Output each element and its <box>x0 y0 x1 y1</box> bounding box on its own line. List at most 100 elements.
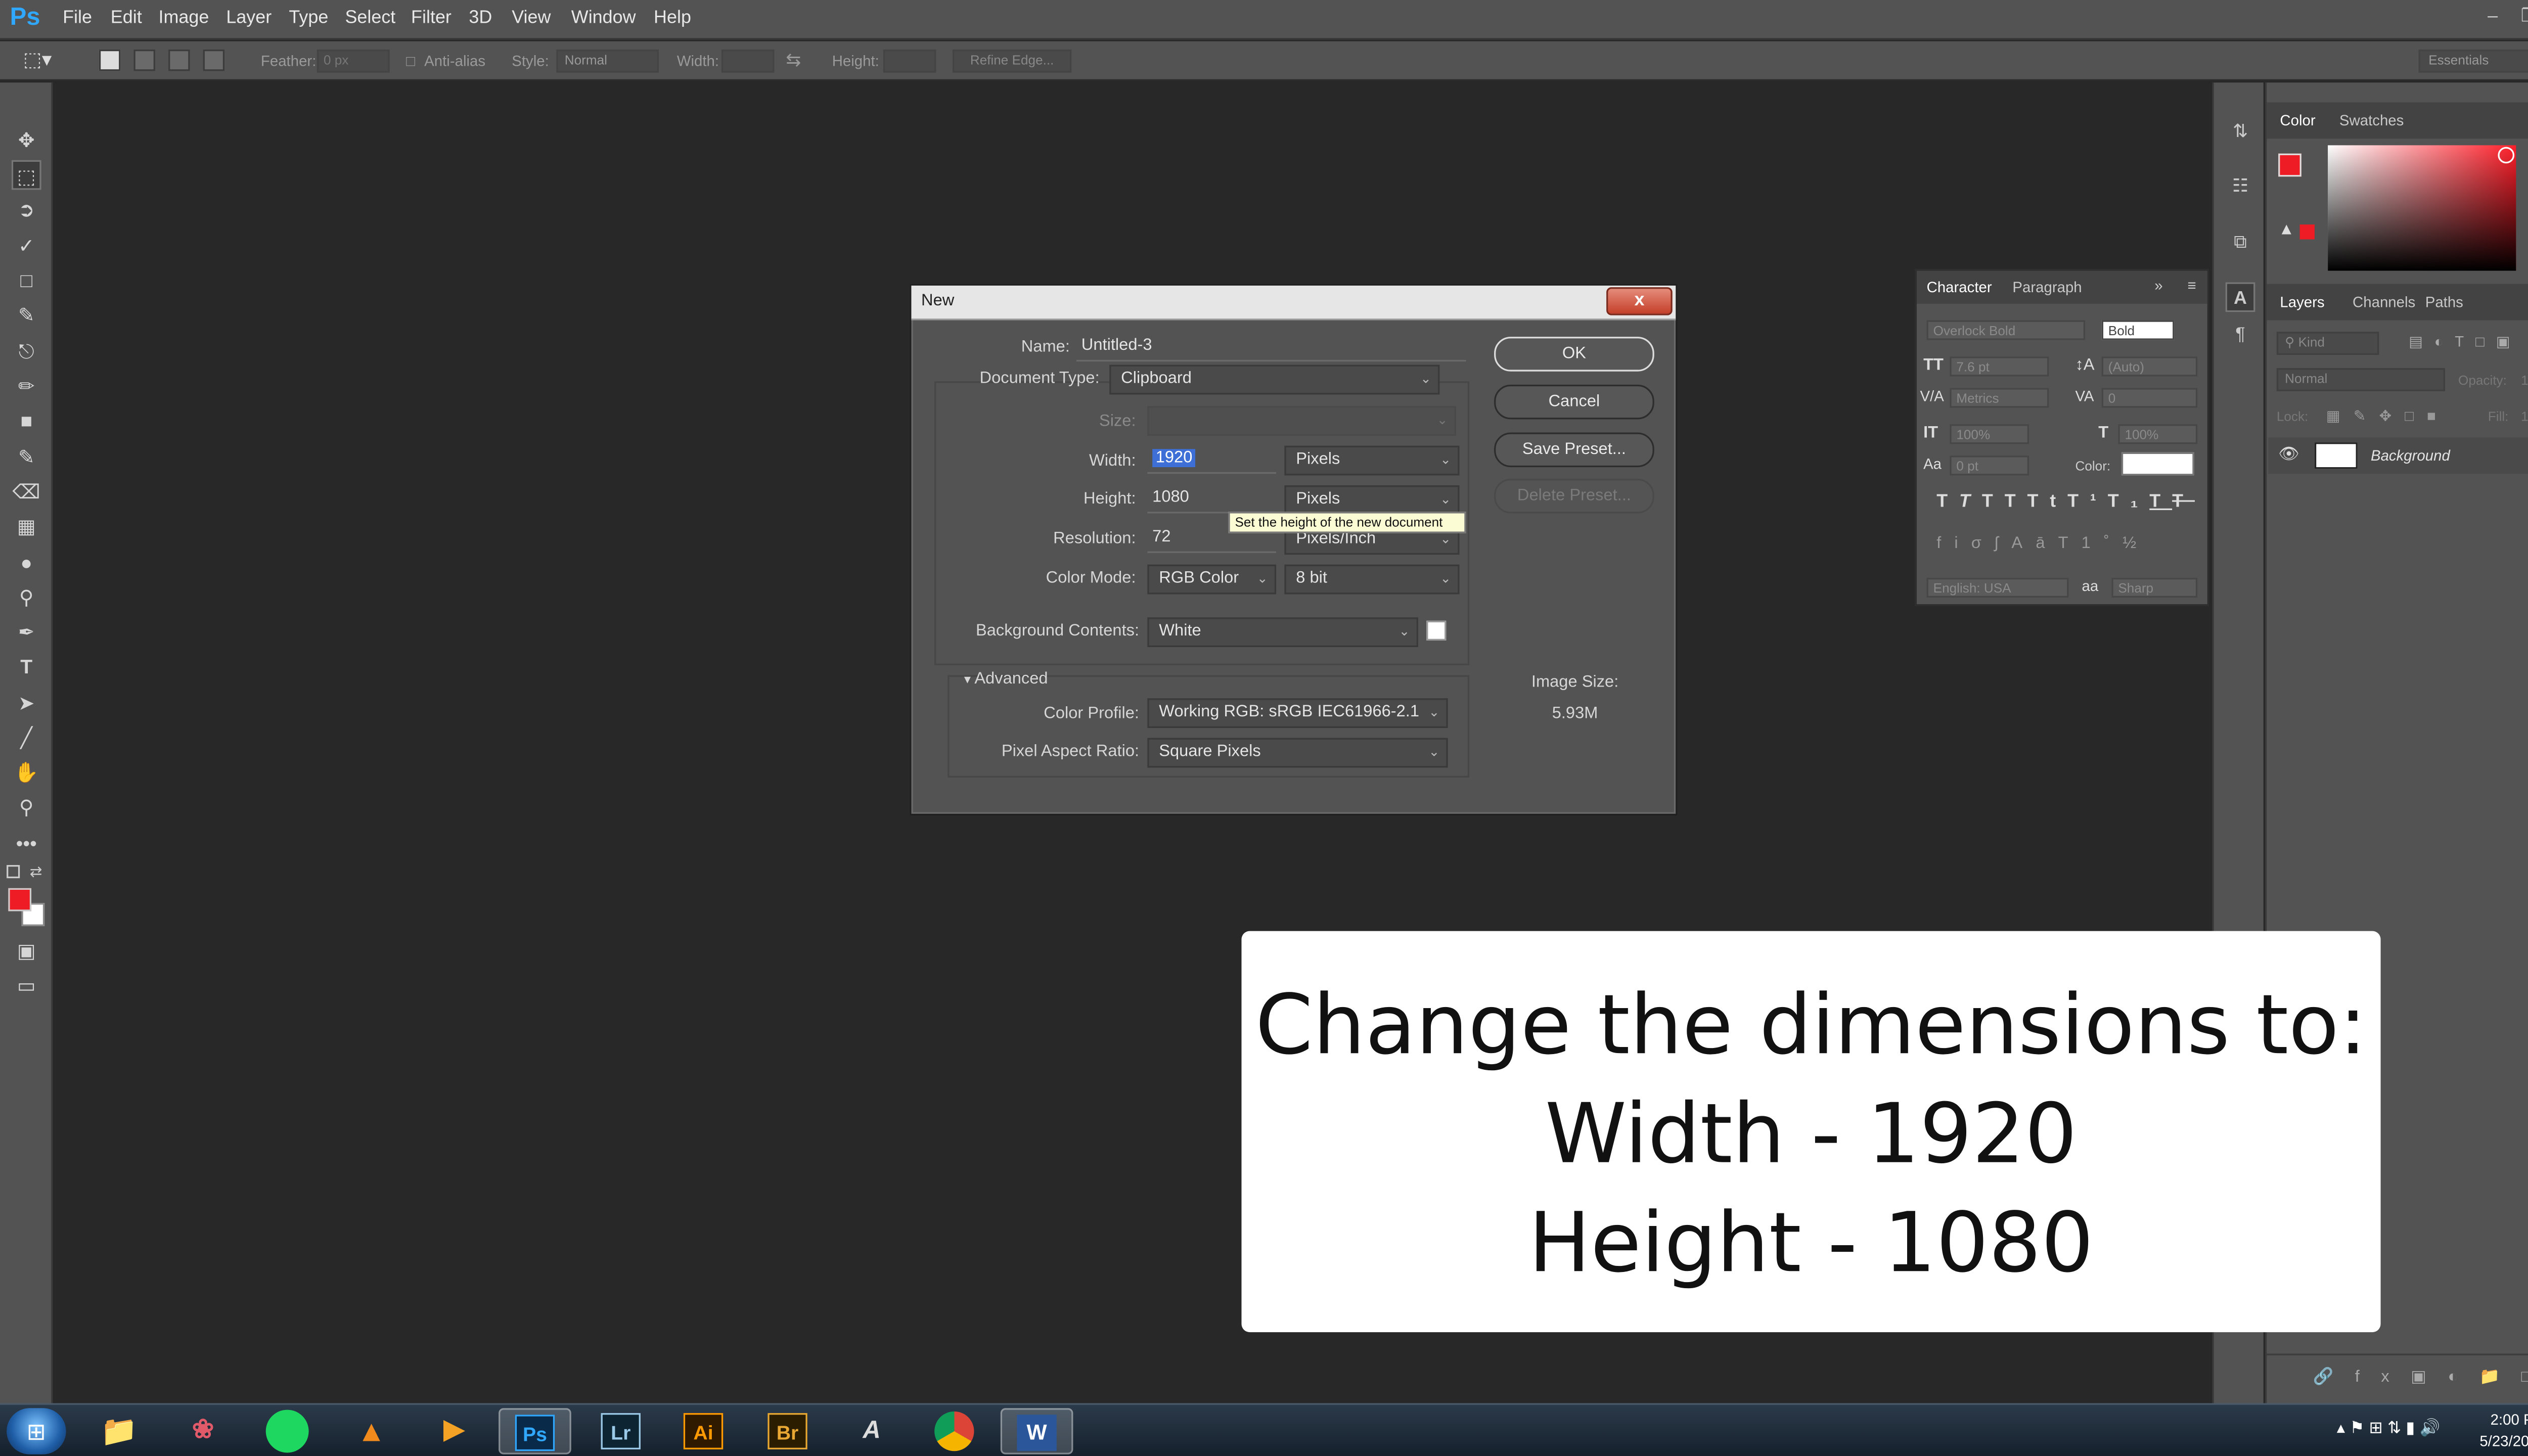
menu-3d[interactable]: 3D <box>469 8 492 28</box>
tab-layers[interactable]: Layers <box>2280 294 2324 310</box>
history-panel-icon[interactable]: ⇅ <box>2226 117 2255 147</box>
media-player-icon[interactable]: ▶ <box>418 1408 490 1454</box>
new-selection-icon[interactable] <box>99 49 121 71</box>
save-preset-button[interactable]: Save Preset... <box>1494 432 1654 468</box>
height-input[interactable] <box>883 49 936 73</box>
fill-value[interactable]: 100% <box>2521 410 2528 424</box>
style-select[interactable]: Normal <box>556 49 659 73</box>
rectangular-marquee-icon[interactable]: ⬚ <box>11 160 41 190</box>
path-selection-icon[interactable]: ➤ <box>12 689 41 718</box>
tracking-select[interactable]: 0 <box>2101 388 2198 408</box>
taskbar-lightroom[interactable]: Lr <box>584 1408 657 1454</box>
background-color-swatch[interactable] <box>1426 620 1447 641</box>
pen-tool-icon[interactable]: ✒ <box>12 617 41 647</box>
taskbar-photoshop[interactable]: Ps <box>499 1408 571 1454</box>
quick-mask-icon[interactable]: ▣ <box>12 936 41 966</box>
foreground-color-swatch[interactable] <box>8 888 32 912</box>
brush-tool-icon[interactable]: ✏ <box>12 372 41 401</box>
blend-mode-select[interactable]: Normal <box>2276 368 2445 391</box>
antialias-checkbox[interactable]: □ <box>406 53 415 69</box>
height-unit-select[interactable]: Pixels ⌄ <box>1284 485 1460 515</box>
layers-footer-icons[interactable]: 🔗fx▣◐📁□🗑 <box>2267 1353 2528 1400</box>
layer-filter-icons[interactable]: ▤◐T□▣ <box>2409 334 2521 352</box>
opentype-buttons[interactable]: fiσʃAāT1˚½ <box>1936 535 2149 553</box>
crop-tool-icon[interactable]: □ <box>12 266 41 296</box>
clone-stamp-icon[interactable]: ■ <box>12 406 41 436</box>
character-panel-icon[interactable]: A <box>2225 282 2255 312</box>
hand-tool-icon[interactable]: ✋ <box>12 758 41 788</box>
taskbar-illustrator[interactable]: Ai <box>667 1408 740 1454</box>
visibility-eye-icon[interactable]: 👁 <box>2278 446 2299 464</box>
dodge-tool-icon[interactable]: ⚲ <box>12 583 41 613</box>
menu-select[interactable]: Select <box>345 8 395 28</box>
move-tool-icon[interactable]: ✥ <box>12 125 41 155</box>
menu-edit[interactable]: Edit <box>111 8 142 28</box>
name-input[interactable]: Untitled-3 <box>1076 334 1466 362</box>
paint-app-icon[interactable]: ❀ <box>167 1408 240 1454</box>
clone-source-icon[interactable]: ⧉ <box>2226 228 2255 258</box>
document-type-select[interactable]: Clipboard ⌄ <box>1109 365 1440 395</box>
width-input[interactable]: 1920 <box>1147 446 1277 474</box>
menu-layer[interactable]: Layer <box>226 8 272 28</box>
text-color-swatch[interactable] <box>2121 452 2194 476</box>
blur-tool-icon[interactable]: ● <box>12 548 41 578</box>
menu-image[interactable]: Image <box>158 8 209 28</box>
collapse-icon[interactable]: » <box>2154 278 2162 294</box>
type-tool-icon[interactable]: T <box>12 652 41 682</box>
properties-panel-icon[interactable]: ☷ <box>2226 172 2255 202</box>
baseline-shift-input[interactable]: 0 pt <box>1950 456 2029 476</box>
cancel-button[interactable]: Cancel <box>1494 384 1654 420</box>
spotify-icon[interactable] <box>251 1408 324 1454</box>
font-size-input[interactable]: 7.6 pt <box>1950 356 2049 377</box>
quick-selection-icon[interactable]: ✓ <box>12 231 41 261</box>
width-input[interactable] <box>721 49 775 73</box>
menu-file[interactable]: File <box>63 8 92 28</box>
font-app-icon[interactable]: A <box>835 1408 908 1454</box>
default-colors-icon[interactable] <box>7 865 20 879</box>
system-tray[interactable]: ▴ ⚑ ⊞ ⇅ ▮ 🔊 <box>2337 1420 2440 1438</box>
ok-button[interactable]: OK <box>1494 337 1654 372</box>
character-menu-icon[interactable]: ≡ <box>2188 278 2196 294</box>
kerning-select[interactable]: Metrics <box>1950 388 2049 408</box>
layer-row-background[interactable]: 👁 Background 🔒 <box>2268 437 2528 474</box>
history-brush-icon[interactable]: ✎ <box>12 442 41 472</box>
taskbar-clock[interactable]: 2:00 PM 5/23/2016 <box>2479 1410 2528 1453</box>
color-profile-select[interactable]: Working RGB: sRGB IEC61966-2.1 ⌄ <box>1147 698 1448 728</box>
horizontal-scale-input[interactable]: 100% <box>2118 424 2198 444</box>
taskbar-bridge[interactable]: Br <box>751 1408 824 1454</box>
healing-brush-icon[interactable]: ⎋ <box>12 337 41 367</box>
tab-character[interactable]: Character <box>1927 279 1992 296</box>
menu-view[interactable]: View <box>512 8 551 28</box>
more-tools-icon[interactable]: ••• <box>12 829 41 858</box>
zoom-tool-icon[interactable]: ⚲ <box>12 792 41 822</box>
lock-icons[interactable]: ▦✎✥□■ <box>2326 408 2449 426</box>
paragraph-panel-icon[interactable]: ¶ <box>2226 320 2255 350</box>
intersect-selection-icon[interactable] <box>203 49 225 71</box>
bit-depth-select[interactable]: 8 bit ⌄ <box>1284 564 1460 595</box>
dialog-close-button[interactable]: x <box>1606 287 1673 315</box>
color-mode-select[interactable]: RGB Color ⌄ <box>1147 564 1277 595</box>
start-button[interactable]: ⊞ <box>7 1408 66 1454</box>
tab-channels[interactable]: Channels <box>2353 294 2415 310</box>
width-unit-select[interactable]: Pixels ⌄ <box>1284 445 1460 476</box>
lasso-tool-icon[interactable]: ➲ <box>12 195 41 224</box>
subtract-selection-icon[interactable] <box>168 49 190 71</box>
tab-swatches[interactable]: Swatches <box>2339 112 2404 129</box>
swap-colors-icon[interactable]: ⇄ <box>30 863 42 882</box>
font-style-select[interactable]: Bold <box>2101 320 2175 340</box>
marquee-tool-preset-icon[interactable]: ⬚▾ <box>23 48 52 71</box>
menu-filter[interactable]: Filter <box>411 8 452 28</box>
line-tool-icon[interactable]: ╱ <box>12 723 41 753</box>
font-family-select[interactable]: Overlock Bold <box>1926 320 2086 340</box>
text-style-buttons[interactable]: TTTTTtT¹T₁TT <box>1936 492 2195 512</box>
background-contents-select[interactable]: White ⌄ <box>1147 617 1418 647</box>
file-explorer-icon[interactable]: 📁 <box>82 1408 155 1454</box>
workspace-select[interactable]: Essentials <box>2418 49 2528 73</box>
gradient-tool-icon[interactable]: ▦ <box>12 512 41 541</box>
menu-window[interactable]: Window <box>571 8 636 28</box>
antialias-method-select[interactable]: Sharp <box>2111 577 2198 598</box>
leading-input[interactable]: (Auto) <box>2101 356 2198 377</box>
add-selection-icon[interactable] <box>133 49 155 71</box>
language-select[interactable]: English: USA <box>1926 577 2069 598</box>
layer-name[interactable]: Background <box>2371 447 2450 464</box>
